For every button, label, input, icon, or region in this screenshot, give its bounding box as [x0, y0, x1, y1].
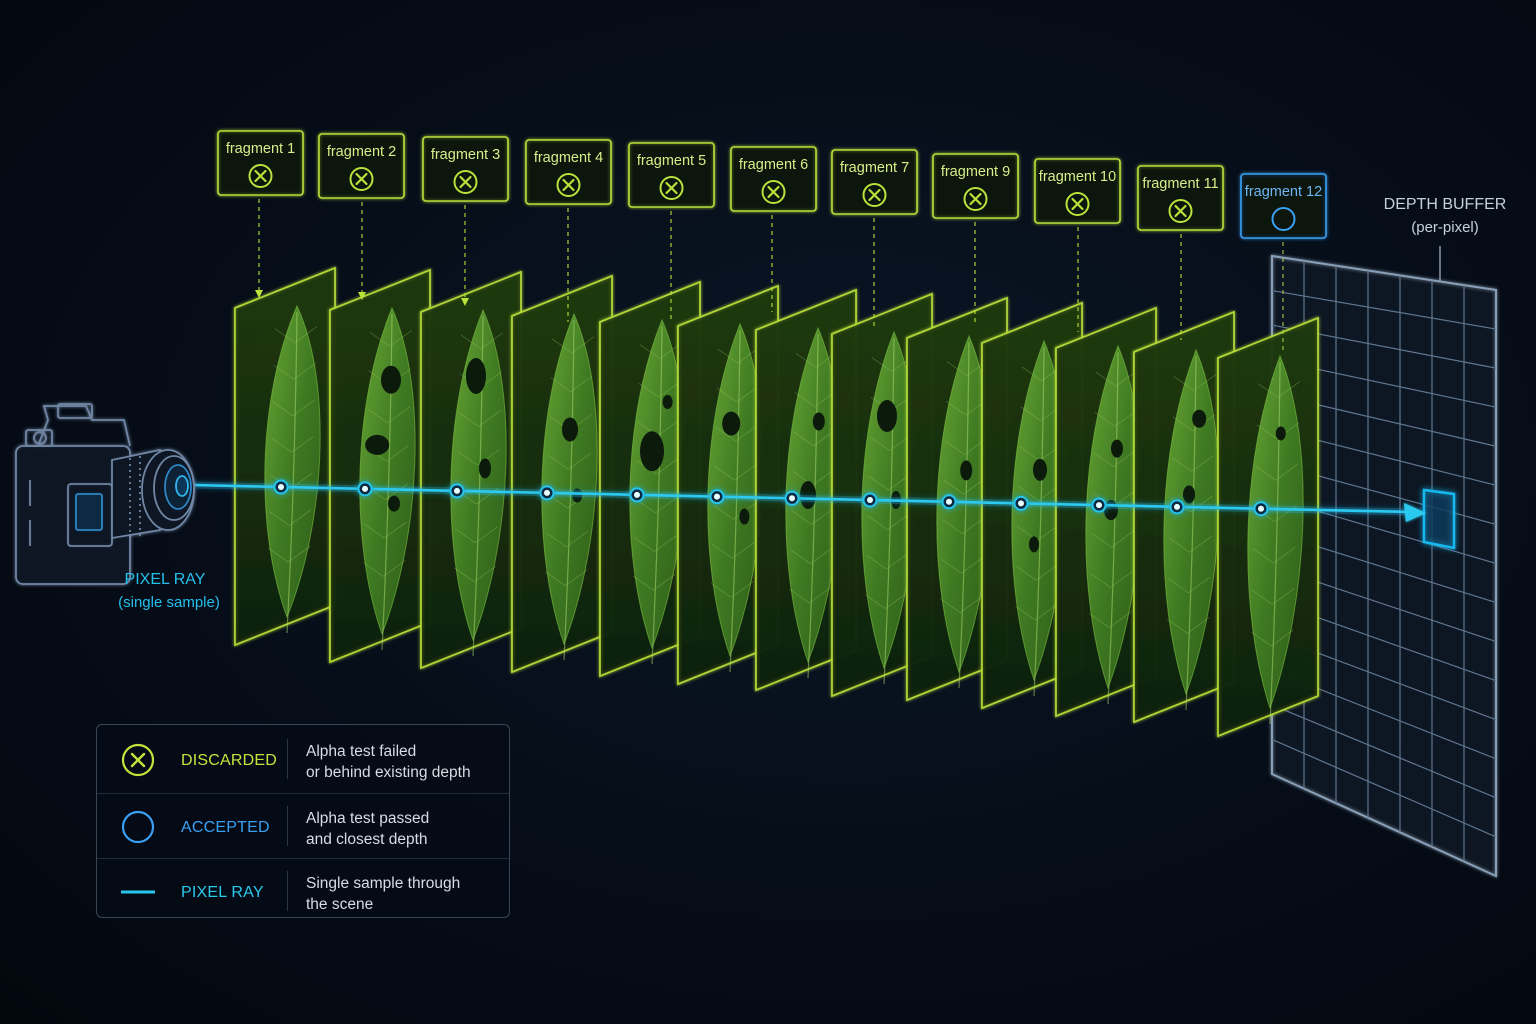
leaf-hole — [466, 358, 486, 394]
ray-hit-core — [867, 497, 873, 504]
ray-hit-core — [946, 498, 952, 505]
leaf-hole — [1192, 409, 1207, 428]
leaf-hole — [381, 365, 401, 394]
leaf-plane — [329, 268, 431, 664]
leaf-hole — [479, 458, 491, 479]
pixel-ray-title: PIXEL RAY — [124, 571, 206, 588]
leaf-hole — [960, 460, 973, 481]
leaf-hole — [365, 434, 390, 455]
fragment-name: fragment 7 — [840, 160, 909, 176]
ray-hit-core — [1018, 500, 1024, 507]
fragment-name: fragment 1 — [226, 141, 295, 157]
legend-divider — [287, 871, 288, 911]
legend-desc-line: the scene — [306, 896, 374, 913]
leaf-hole — [1275, 426, 1286, 441]
ray-hit-core — [544, 489, 550, 496]
ray-hit-core — [454, 487, 460, 494]
legend-label-ray: PIXEL RAY — [181, 884, 264, 901]
ray-hit-core — [278, 483, 284, 490]
leaf-hole — [388, 495, 400, 512]
ray-hit-core — [362, 485, 368, 492]
legend-row-discarded: DISCARDED Alpha test failed or behind ex… — [97, 727, 509, 791]
depth-buffer-title: DEPTH BUFFER — [1383, 196, 1507, 213]
fragment-name: fragment 6 — [739, 157, 808, 173]
legend-desc-line: Alpha test passed — [306, 810, 430, 827]
leaf-planes — [234, 266, 1319, 738]
leaf-hole — [739, 508, 750, 525]
fragment-name: fragment 12 — [1245, 184, 1322, 200]
fragment-name: fragment 9 — [941, 164, 1010, 180]
leaf-plane — [1217, 316, 1319, 738]
fragment-label-5: fragment 5 — [628, 142, 715, 320]
ray-line-icon — [121, 890, 155, 894]
ray-hit-core — [714, 493, 720, 500]
legend-desc-line: Single sample through — [306, 875, 461, 892]
fragment-name: fragment 10 — [1039, 169, 1116, 185]
discarded-icon — [121, 743, 155, 777]
legend-desc-line: and closest depth — [306, 831, 428, 848]
ray-hit-core — [789, 495, 795, 502]
legend-divider — [287, 739, 288, 779]
leaf-hole — [1033, 458, 1047, 481]
leaf-hole — [722, 411, 741, 436]
leaf-hole — [562, 417, 578, 442]
legend-row-ray: PIXEL RAY Single sample through the scen… — [97, 858, 509, 923]
leaf-hole — [662, 395, 673, 409]
legend-label-discarded: DISCARDED — [181, 752, 278, 769]
legend-desc-discarded: Alpha test failed or behind existing dep… — [306, 741, 506, 783]
leaf-hole — [800, 481, 816, 509]
fragment-name: fragment 2 — [327, 144, 396, 160]
leaf-plane — [420, 270, 522, 670]
legend-desc-line: Alpha test failed — [306, 743, 417, 760]
accepted-icon — [121, 810, 155, 844]
legend-desc-ray: Single sample through the scene — [306, 873, 506, 915]
leaf-hole — [1183, 485, 1195, 504]
legend-desc-accepted: Alpha test passed and closest depth — [306, 808, 506, 850]
leaf-hole — [877, 400, 897, 432]
leaf-plane — [234, 266, 336, 647]
ray-hit-core — [1096, 502, 1102, 509]
fragment-name: fragment 3 — [431, 147, 500, 163]
fragment-label-1: fragment 1 — [217, 130, 304, 298]
fragment-name: fragment 5 — [637, 153, 706, 169]
depth-buffer-target-pixel — [1422, 488, 1456, 550]
leaf-hole — [1029, 536, 1039, 553]
legend-row-accepted: ACCEPTED Alpha test passed and closest d… — [97, 793, 509, 858]
legend-desc-line: or behind existing depth — [306, 764, 471, 781]
legend-divider — [287, 806, 288, 846]
depth-buffer-subtitle: (per-pixel) — [1411, 219, 1479, 236]
ray-hit-core — [1258, 505, 1264, 512]
fragment-name: fragment 11 — [1142, 176, 1218, 192]
ray-hit-core — [634, 491, 640, 498]
pixel-ray-subtitle: (single sample) — [118, 594, 220, 611]
leaf-hole — [1111, 439, 1123, 458]
leaf-hole — [640, 431, 664, 472]
leaf-plane — [511, 274, 613, 674]
camera-icon — [15, 403, 195, 585]
leaf-hole — [812, 412, 825, 431]
legend: DISCARDED Alpha test failed or behind ex… — [96, 724, 510, 918]
ray-hit-core — [1174, 503, 1180, 510]
fragment-name: fragment 4 — [534, 150, 603, 166]
fragment-label-3: fragment 3 — [422, 136, 509, 306]
legend-label-accepted: ACCEPTED — [181, 819, 270, 836]
